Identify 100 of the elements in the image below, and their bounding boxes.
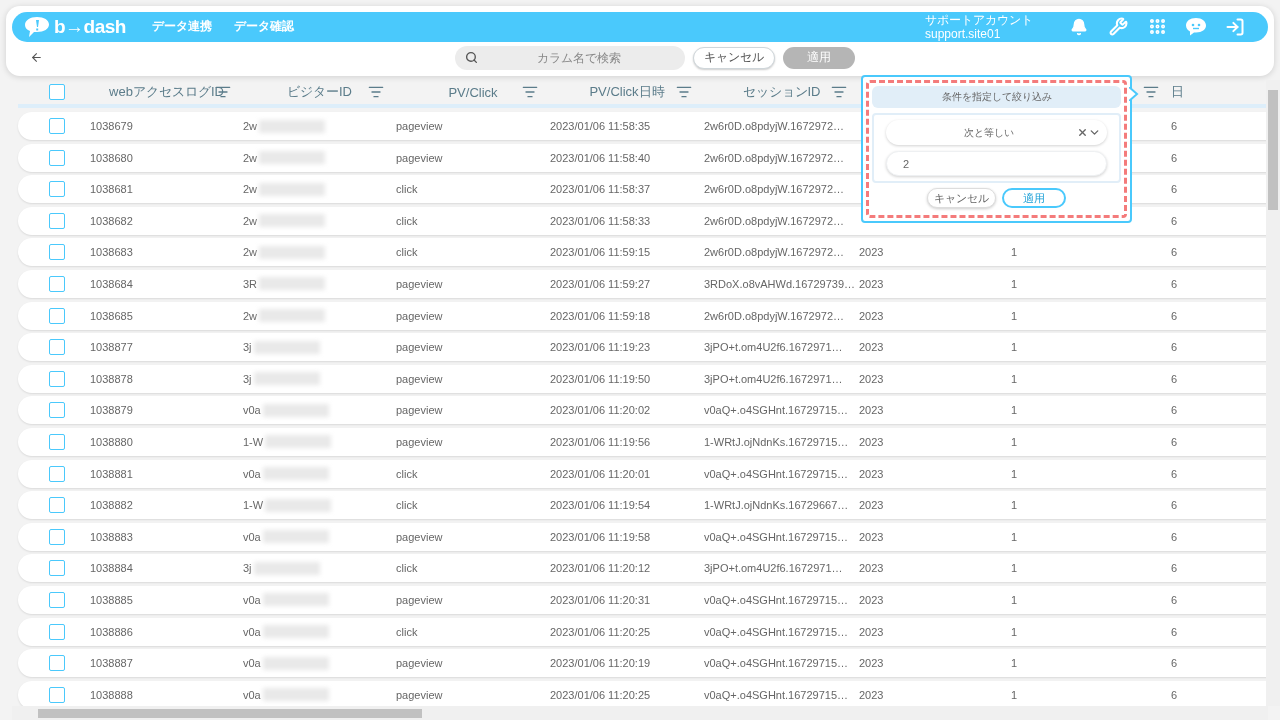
filter-icon[interactable] <box>676 84 692 100</box>
table-cell: click <box>396 214 418 227</box>
table-cell: 2w6r0D.o8pdyjW.1672972… <box>704 309 845 322</box>
table-cell: 2023 <box>859 277 884 290</box>
table-cell: 2023 <box>859 625 884 638</box>
table-cell: 6 <box>1171 309 1178 322</box>
row-checkbox[interactable] <box>49 528 65 545</box>
row-checkbox[interactable] <box>49 181 65 198</box>
table-cell: 2023/01/06 11:19:58 <box>550 530 651 543</box>
row-checkbox[interactable] <box>49 655 65 672</box>
column-header[interactable]: セッションID <box>742 83 821 101</box>
filter-icon[interactable] <box>522 84 538 100</box>
table-cell: 2023 <box>859 688 884 701</box>
table-row[interactable]: 1038878 3j pageview 2023/01/06 11:19:50 3jPO+t.om4U2f6.1672971… 2023 1 6 <box>18 364 1266 393</box>
table-cell: 2w <box>243 214 258 227</box>
table-cell: 2023 <box>859 309 884 322</box>
row-checkbox[interactable] <box>49 118 65 134</box>
login-arrow-icon[interactable] <box>1225 16 1245 37</box>
clear-icon[interactable] <box>1077 127 1088 138</box>
table-cell: v0aQ+.o4SGHnt.16729715… <box>704 404 848 417</box>
row-checkbox[interactable] <box>49 402 65 419</box>
table-row[interactable]: 1038887 v0a pageview 2023/01/06 11:20:19 v0aQ+.o4SGHnt.16729715… 2023 1 6 <box>18 649 1266 678</box>
popup-title: 条件を指定して絞り込み <box>872 86 1121 108</box>
table-row[interactable]: 1038683 2w click 2023/01/06 11:59:15 2w6r0D.o8pdyjW.1672972… 2023 1 6 <box>18 238 1266 267</box>
filter-icon[interactable] <box>831 84 847 100</box>
back-arrow-icon[interactable] <box>30 51 43 65</box>
value-input[interactable]: 2 <box>886 151 1107 176</box>
filter-icon[interactable] <box>1143 84 1159 100</box>
table-cell: pageview <box>396 688 443 701</box>
row-checkbox[interactable] <box>49 686 65 703</box>
wrench-icon[interactable] <box>1108 17 1128 37</box>
table-cell: 6 <box>1171 341 1178 354</box>
row-checkbox[interactable] <box>49 433 65 450</box>
table-cell: v0aQ+.o4SGHnt.16729715… <box>704 625 848 638</box>
table-cell: 1038679 <box>90 120 133 132</box>
table-cell: 1 <box>1011 277 1018 290</box>
table-row[interactable]: 1038685 2w pageview 2023/01/06 11:59:18 2w6r0D.o8pdyjW.1672972… 2023 1 6 <box>18 301 1266 330</box>
row-checkbox[interactable] <box>49 560 65 577</box>
row-checkbox[interactable] <box>49 339 65 356</box>
table-row[interactable]: 1038881 v0a click 2023/01/06 11:20:01 v0aQ+.o4SGHnt.16729715… 2023 1 6 <box>18 459 1266 488</box>
grid-icon[interactable] <box>1147 17 1167 37</box>
table-cell: v0a <box>243 467 261 480</box>
table-cell: 6 <box>1171 562 1178 575</box>
popup-apply-button[interactable]: 適用 <box>1002 188 1066 208</box>
table-row[interactable]: 1038880 1-W pageview 2023/01/06 11:19:56 1-WRtJ.ojNdnKs.16729715… 2023 1 6 <box>18 427 1266 456</box>
table-row[interactable]: 1038882 1-W click 2023/01/06 11:19:54 1-WRtJ.ojNdnKs.16729667… 2023 1 6 <box>18 491 1266 520</box>
filter-icon[interactable] <box>368 84 384 100</box>
column-header[interactable]: ビジターID <box>287 83 352 101</box>
table-row[interactable]: 1038879 v0a pageview 2023/01/06 11:20:02 v0aQ+.o4SGHnt.16729715… 2023 1 6 <box>18 396 1266 425</box>
cancel-button[interactable]: キャンセル <box>693 46 775 69</box>
mascot-icon[interactable] <box>1185 16 1207 37</box>
table-row[interactable]: 1038877 3j pageview 2023/01/06 11:19:23 3jPO+t.om4U2f6.1672971… 2023 1 6 <box>18 333 1266 362</box>
account-name: サポートアカウント <box>925 12 1033 27</box>
table-cell: click <box>396 625 418 638</box>
select-all-checkbox[interactable] <box>49 84 65 100</box>
popup-cancel-button[interactable]: キャンセル <box>927 188 996 208</box>
table-row[interactable]: 1038884 3j click 2023/01/06 11:20:12 3jPO+t.om4U2f6.1672971… 2023 1 6 <box>18 554 1266 583</box>
table-cell: 3jPO+t.om4U2f6.1672971… <box>704 341 843 354</box>
table-cell: 2w6r0D.o8pdyjW.1672972… <box>704 183 845 196</box>
table-cell: 1038885 <box>90 593 133 606</box>
table-cell: 2w <box>243 183 258 196</box>
table-row[interactable]: 1038885 v0a pageview 2023/01/06 11:20:31 v0aQ+.o4SGHnt.16729715… 2023 1 6 <box>18 585 1266 614</box>
table-row[interactable]: 1038888 v0a pageview 2023/01/06 11:20:25 v0aQ+.o4SGHnt.16729715… 2023 1 6 <box>18 680 1266 706</box>
row-checkbox[interactable] <box>49 465 65 482</box>
row-checkbox[interactable] <box>49 212 65 229</box>
table-cell: pageview <box>396 341 443 354</box>
table-cell: 2w <box>243 309 258 322</box>
table-cell: v0a <box>243 404 261 417</box>
table-cell: 2023/01/06 11:19:50 <box>550 372 651 385</box>
table-cell: v0aQ+.o4SGHnt.16729715… <box>704 530 848 543</box>
row-checkbox[interactable] <box>49 623 65 640</box>
table-row[interactable]: 1038684 3R pageview 2023/01/06 11:59:27 3RDoX.o8vAHWd.16729739… 2023 1 6 <box>18 269 1266 298</box>
row-checkbox[interactable] <box>49 275 65 292</box>
table-cell: 1038685 <box>90 309 133 322</box>
table-row[interactable]: 1038883 v0a pageview 2023/01/06 11:19:58 v0aQ+.o4SGHnt.16729715… 2023 1 6 <box>18 522 1266 551</box>
operator-select[interactable]: 次と等しい <box>886 120 1107 145</box>
table-cell: 1038880 <box>90 435 133 448</box>
table-cell: 3j <box>243 372 252 385</box>
column-header[interactable]: 日 <box>1171 83 1184 101</box>
bell-icon[interactable] <box>1070 17 1088 36</box>
row-checkbox[interactable] <box>49 591 65 608</box>
table-cell: 6 <box>1171 657 1178 670</box>
search-field[interactable]: カラム名で検索 <box>455 45 685 70</box>
table-cell: 6 <box>1171 435 1178 448</box>
account-id: support.site01 <box>925 26 1002 41</box>
row-checkbox[interactable] <box>49 244 65 261</box>
row-checkbox[interactable] <box>49 149 65 166</box>
row-checkbox[interactable] <box>49 370 65 387</box>
table-cell: 2023/01/06 11:59:15 <box>550 246 651 259</box>
table-cell: pageview <box>396 593 443 606</box>
table-cell: 2023/01/06 11:20:25 <box>550 688 651 701</box>
table-cell: 1 <box>1011 657 1018 670</box>
table-cell: 2023/01/06 11:20:31 <box>550 593 651 606</box>
table-cell: 2023/01/06 11:20:01 <box>550 467 651 480</box>
row-checkbox[interactable] <box>49 307 65 324</box>
table-row[interactable]: 1038886 v0a click 2023/01/06 11:20:25 v0aQ+.o4SGHnt.16729715… 2023 1 6 <box>18 617 1266 646</box>
column-header[interactable]: PV/Click日時 <box>589 83 665 101</box>
table-cell: pageview <box>396 435 443 448</box>
row-checkbox[interactable] <box>49 497 65 514</box>
column-header[interactable]: PV/Click <box>448 84 498 100</box>
